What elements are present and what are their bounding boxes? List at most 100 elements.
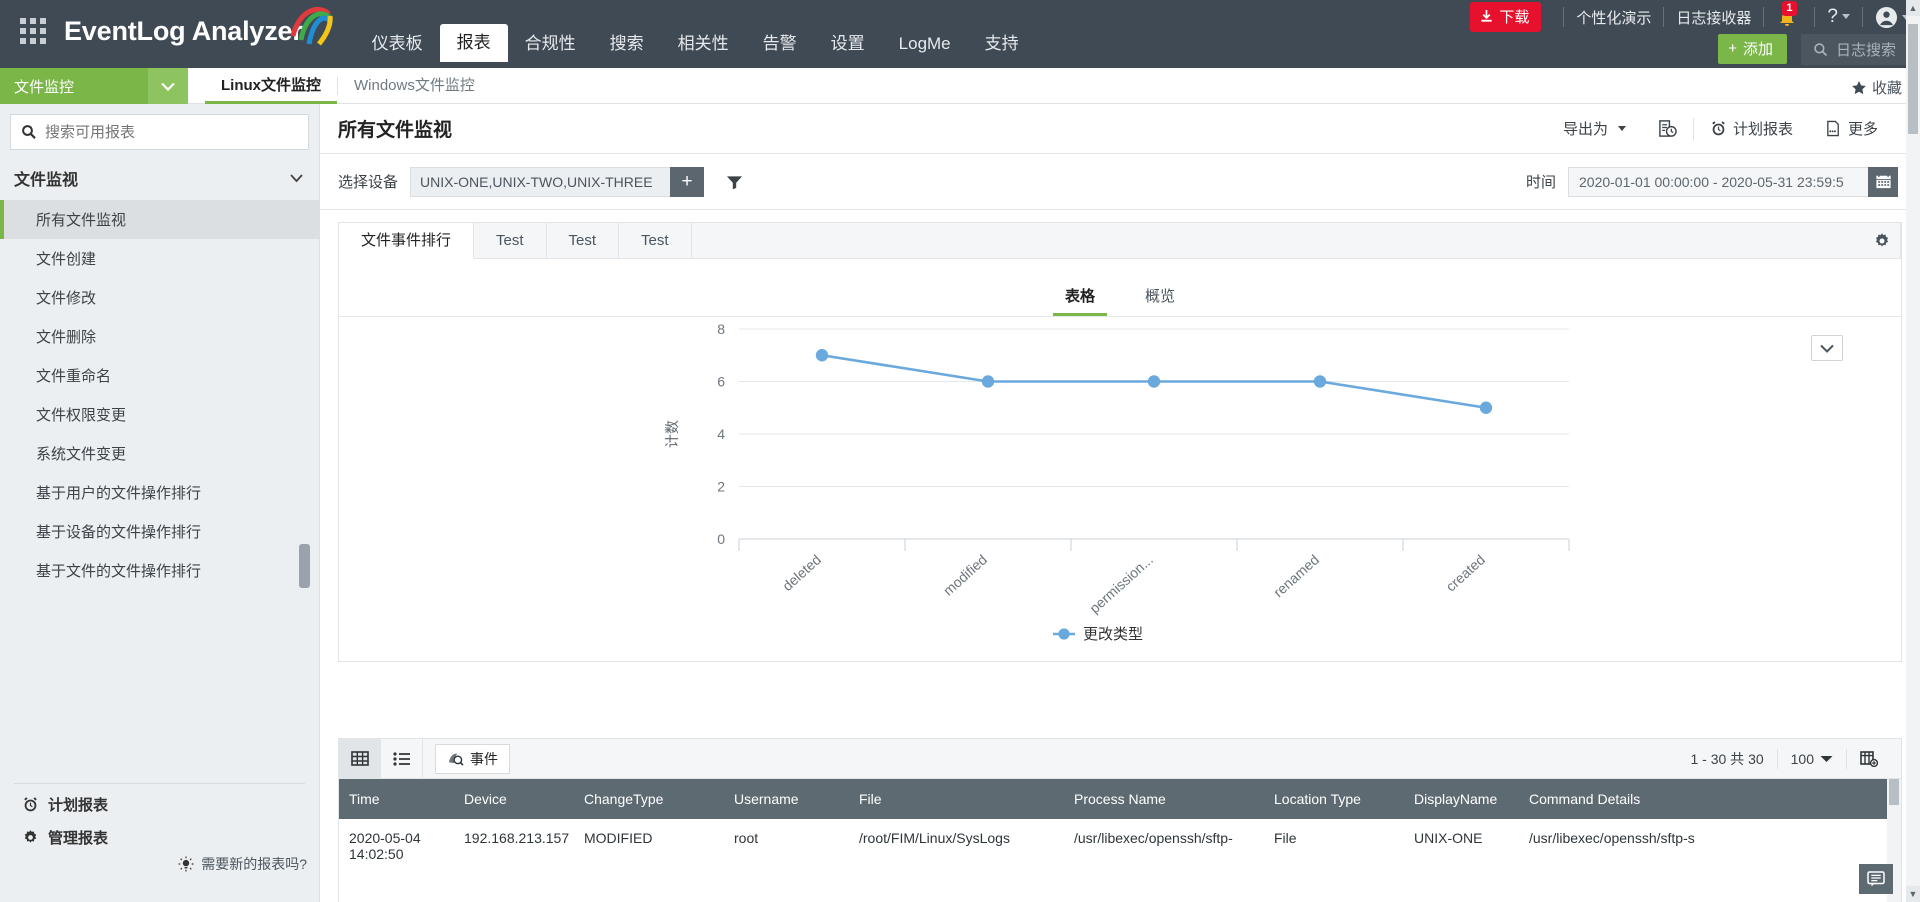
time-range-input[interactable]: 2020-01-01 00:00:00 - 2020-05-31 23:59:5 [1568,167,1868,197]
nav-item-search[interactable]: 搜索 [593,26,661,62]
export-as-label: 导出为 [1563,118,1608,139]
add-button[interactable]: + 添加 [1718,34,1787,64]
chart-collapse-button[interactable] [1811,335,1843,361]
brand-name: EventLog Analyzer [64,16,303,47]
personalized-demo-link[interactable]: 个性化演示 [1576,7,1651,28]
legend-label: 更改类型 [1083,626,1143,643]
sidebar-item-file-rename[interactable]: 文件重命名 [0,356,319,395]
export-as-button[interactable]: 导出为 [1547,118,1642,139]
sidebar-item-system-file-change[interactable]: 系统文件变更 [0,434,319,473]
divider [1814,7,1815,27]
column-header-username[interactable]: Username [724,779,849,819]
sidebar-manage-reports[interactable]: 管理报表 [0,817,319,850]
more-button[interactable]: 更多 [1809,118,1894,139]
tab-windows-file-monitoring[interactable]: Windows文件监控 [338,68,491,104]
list-glyph [393,752,411,766]
page-scrollbar[interactable]: ▲ ▼ [1906,0,1920,902]
chart-tab-file-event-ranking[interactable]: 文件事件排行 [339,223,474,259]
sidebar-item-all-file-monitoring[interactable]: 所有文件监视 [0,200,319,239]
event-search-icon [447,751,464,766]
cell-displayname: UNIX-ONE [1404,819,1519,873]
add-label: 添加 [1743,38,1773,59]
log-search-label: 日志搜索 [1836,39,1896,60]
sidebar-search-box[interactable] [10,114,309,150]
log-receiver-link[interactable]: 日志接收器 [1676,7,1751,28]
sidebar-item-file-permission-change[interactable]: 文件权限变更 [0,395,319,434]
apps-grid-icon[interactable] [10,8,56,54]
list-view-icon[interactable] [381,739,423,778]
chart-tab-test-2[interactable]: Test [547,223,620,258]
cell-location-type: File [1264,819,1404,873]
page-scrollbar-thumb[interactable] [1908,24,1918,134]
chart-view-tab-table[interactable]: 表格 [1053,285,1107,316]
sidebar-item-file-create[interactable]: 文件创建 [0,239,319,278]
chat-support-button[interactable] [1859,864,1893,894]
events-button[interactable]: 事件 [435,744,510,774]
x-axis-tick: created [1443,551,1488,594]
sidebar-item-top-file-file-ops[interactable]: 基于文件的文件操作排行 [0,551,319,590]
schedule-report-label: 计划报表 [1733,118,1793,139]
scroll-down-arrow-icon[interactable]: ▼ [1906,886,1920,902]
calendar-button[interactable] [1868,167,1898,197]
sidebar-item-file-delete[interactable]: 文件删除 [0,317,319,356]
need-new-report-hint[interactable]: 需要新的报表吗? [178,854,307,874]
column-header-time[interactable]: Time [339,779,454,819]
chart-settings-gear-icon[interactable] [1873,232,1891,250]
log-search-box[interactable]: 日志搜索 [1801,34,1910,65]
page-size-value: 100 [1791,751,1814,767]
nav-item-alerts[interactable]: 告警 [746,26,814,62]
add-device-button[interactable]: + [670,167,704,197]
schedule-report-button[interactable]: 计划报表 [1694,118,1809,139]
record-range-label: 1 - 30 共 30 [1677,749,1776,769]
scroll-up-arrow-icon[interactable]: ▲ [1906,0,1920,16]
column-header-command-details[interactable]: Command Details [1519,779,1901,819]
sidebar-item-top-user-file-ops[interactable]: 基于用户的文件操作排行 [0,473,319,512]
nav-item-settings[interactable]: 设置 [814,26,882,62]
line-chart[interactable]: 02468计数deletedmodifiedpermission...renam… [339,317,1899,647]
search-icon [21,124,37,140]
filter-icon[interactable] [726,174,743,190]
help-icon[interactable]: ? [1827,6,1850,28]
table-row[interactable]: 2020-05-04 14:02:50 192.168.213.157 MODI… [339,819,1901,873]
chart-tab-test-1[interactable]: Test [474,223,547,258]
search-input[interactable] [45,124,298,141]
chart-tab-test-3[interactable]: Test [619,223,692,258]
notifications-bell-icon[interactable]: 1 [1776,4,1802,30]
nav-item-dashboard[interactable]: 仪表板 [355,26,440,62]
nav-item-compliance[interactable]: 合规性 [508,26,593,62]
chevron-down-icon [148,68,188,104]
header-secondary-bar: + 添加 日志搜索 [1718,34,1910,64]
nav-item-support[interactable]: 支持 [968,26,1036,62]
column-header-device[interactable]: Device [454,779,574,819]
sidebar-item-file-modify[interactable]: 文件修改 [0,278,319,317]
user-account-icon[interactable] [1875,6,1910,29]
report-history-button[interactable] [1642,119,1693,138]
nav-item-correlation[interactable]: 相关性 [661,26,746,62]
device-select-input[interactable]: UNIX-ONE,UNIX-TWO,UNIX-THREE [410,167,670,197]
tab-linux-file-monitoring[interactable]: Linux文件监控 [205,68,337,104]
brand-logo[interactable]: EventLog Analyzer [64,0,303,62]
download-label: 下载 [1499,6,1529,27]
download-icon [1479,9,1494,24]
page-title: 所有文件监视 [338,115,452,142]
column-header-changetype[interactable]: ChangeType [574,779,724,819]
favorite-button[interactable]: 收藏 [1851,77,1902,98]
module-selector[interactable]: 文件监控 [0,68,188,104]
sidebar-resize-handle[interactable] [299,544,310,588]
cell-process-name: /usr/libexec/openssh/sftp- [1064,819,1264,873]
nav-item-logme[interactable]: LogMe [882,26,968,62]
sidebar-group-file-monitoring[interactable]: 文件监视 [0,150,319,200]
add-column-button[interactable] [1847,751,1891,767]
sidebar-item-top-device-file-ops[interactable]: 基于设备的文件操作排行 [0,512,319,551]
cell-time: 2020-05-04 14:02:50 [339,819,454,873]
nav-item-reports[interactable]: 报表 [440,24,508,62]
grid-view-icon[interactable] [339,739,381,778]
column-header-displayname[interactable]: DisplayName [1404,779,1519,819]
download-button[interactable]: 下载 [1470,2,1541,32]
page-size-selector[interactable]: 100 [1778,751,1846,767]
column-header-file[interactable]: File [849,779,1064,819]
chart-view-tab-overview[interactable]: 概览 [1133,285,1187,316]
sidebar-scheduled-reports[interactable]: 计划报表 [0,784,319,817]
column-header-process-name[interactable]: Process Name [1064,779,1264,819]
column-header-location-type[interactable]: Location Type [1264,779,1404,819]
